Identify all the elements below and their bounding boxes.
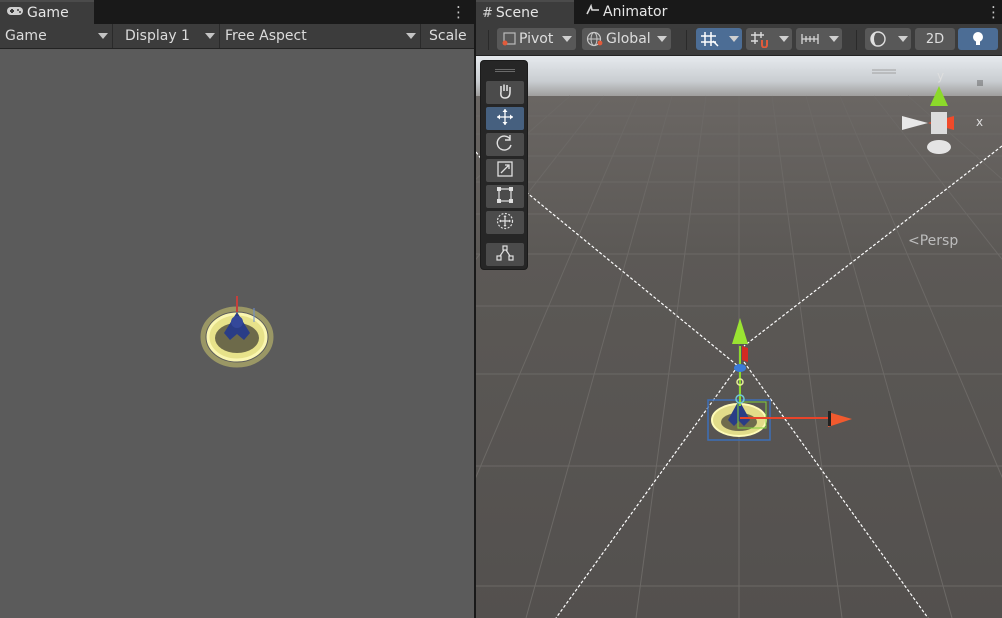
ruler-button[interactable] <box>796 28 842 50</box>
scene-panel: # Scene Animator ⋮ Pivot Global 2D y x <… <box>476 0 1002 618</box>
gamepad-icon <box>6 5 24 21</box>
toolbar-divider <box>488 30 489 50</box>
scale-tool-button[interactable] <box>486 159 524 182</box>
tab-animator[interactable]: Animator <box>580 0 680 24</box>
gizmo-y-label: y <box>937 69 944 83</box>
game-mode-dropdown[interactable]: Game <box>0 24 113 48</box>
lightbulb-icon <box>971 30 985 48</box>
sky <box>476 56 1002 102</box>
chevron-down-icon <box>898 36 908 42</box>
pivot-label: Pivot <box>519 31 554 47</box>
drag-handle-icon[interactable] <box>495 69 515 72</box>
transform-icon <box>496 212 514 234</box>
display-value: Display 1 <box>125 28 190 44</box>
scene-viewport[interactable]: y x <Persp <box>476 56 1002 618</box>
toolbar-divider <box>856 30 857 50</box>
scene-toolbar: Pivot Global 2D <box>476 24 1002 56</box>
chevron-down-icon <box>562 36 572 42</box>
gizmo-x-label: x <box>976 115 983 129</box>
game-mode-value: Game <box>5 28 47 44</box>
tools-overlay <box>480 60 528 270</box>
pivot-icon <box>501 31 517 47</box>
ruler-icon <box>800 30 820 48</box>
game-toolbar: Game Display 1 Free Aspect Scale <box>0 24 474 49</box>
rotate-tool-button[interactable] <box>486 133 524 156</box>
transform-tool-button[interactable] <box>486 211 524 234</box>
display-dropdown[interactable]: Display 1 <box>118 24 220 48</box>
player-character <box>200 296 274 368</box>
grid-snap-icon <box>700 30 720 48</box>
chevron-down-icon <box>98 33 108 39</box>
chevron-down-icon <box>729 36 739 42</box>
tab-game[interactable]: Game <box>0 0 94 24</box>
custom-editor-tool-icon <box>495 244 515 266</box>
tab-scene-label: Scene <box>495 5 539 21</box>
lighting-toggle-button[interactable] <box>958 28 998 50</box>
projection-toggle[interactable]: <Persp <box>908 233 958 249</box>
animator-icon <box>586 3 600 20</box>
rect-transform-icon <box>496 186 514 208</box>
scene-menu-kebab-icon[interactable]: ⋮ <box>986 2 1001 22</box>
game-menu-kebab-icon[interactable]: ⋮ <box>451 2 466 22</box>
toolbar-divider <box>686 30 687 50</box>
scale-label: Scale <box>429 28 467 44</box>
toggle-2d-label: 2D <box>925 31 945 47</box>
scene-render: y x <box>476 56 1002 618</box>
pivot-dropdown[interactable]: Pivot <box>497 28 576 50</box>
tab-scene[interactable]: # Scene <box>476 0 574 24</box>
scene-tab-bar: # Scene Animator ⋮ <box>476 0 1002 24</box>
shading-sphere-icon <box>869 30 889 48</box>
chevron-left-icon: < <box>908 233 920 249</box>
grid-snap-button[interactable] <box>696 28 742 50</box>
rotate-icon <box>496 134 514 156</box>
tab-game-label: Game <box>27 5 69 21</box>
grid-icon: # <box>482 5 493 21</box>
scale-icon <box>496 160 514 182</box>
projection-label: Persp <box>919 233 959 249</box>
chevron-down-icon <box>829 36 839 42</box>
game-panel: Game ⋮ Game Display 1 Free Aspect Scale <box>0 0 474 618</box>
hand-tool-button[interactable] <box>486 81 524 104</box>
hand-icon <box>496 82 514 104</box>
aspect-dropdown[interactable]: Free Aspect <box>220 24 421 48</box>
move-tool-button[interactable] <box>486 107 524 130</box>
globe-icon <box>586 31 604 47</box>
game-viewport[interactable] <box>0 50 474 618</box>
move-arrows-icon <box>496 108 514 130</box>
global-label: Global <box>606 31 651 47</box>
game-render <box>200 296 274 368</box>
custom-tool-button[interactable] <box>486 243 524 266</box>
scale-slider[interactable]: Scale <box>424 24 474 48</box>
game-tab-bar: Game ⋮ <box>0 0 474 24</box>
chevron-down-icon <box>779 36 789 42</box>
magnet-grid-icon <box>750 30 770 49</box>
chevron-down-icon <box>657 36 667 42</box>
chevron-down-icon <box>406 33 416 39</box>
chevron-down-icon <box>205 33 215 39</box>
aspect-value: Free Aspect <box>225 28 307 44</box>
draw-mode-button[interactable] <box>865 28 911 50</box>
tab-animator-label: Animator <box>603 4 668 20</box>
global-dropdown[interactable]: Global <box>582 28 671 50</box>
rect-tool-button[interactable] <box>486 185 524 208</box>
increment-snap-button[interactable] <box>746 28 792 50</box>
toggle-2d-button[interactable]: 2D <box>915 28 955 50</box>
